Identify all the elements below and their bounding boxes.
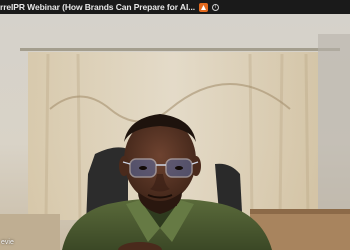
info-icon[interactable]: i xyxy=(212,3,219,11)
meeting-titlebar: rrelPR Webinar (How Brands Can Prepare f… xyxy=(0,0,350,14)
participant-name-label: evie xyxy=(1,239,14,246)
recording-badge-icon[interactable] xyxy=(199,2,208,12)
participant-video[interactable]: evie xyxy=(0,14,350,250)
meeting-title: rrelPR Webinar (How Brands Can Prepare f… xyxy=(0,2,195,12)
video-frame xyxy=(0,14,350,250)
